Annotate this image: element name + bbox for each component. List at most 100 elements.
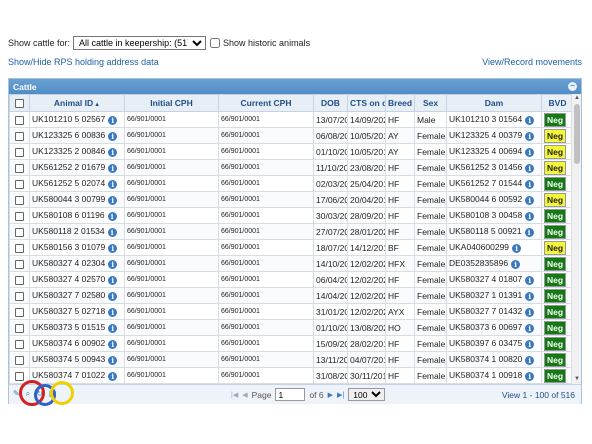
show-historic-checkbox[interactable]	[210, 38, 221, 48]
dam-id[interactable]: UK561252 3 01456	[449, 162, 522, 172]
animal-id[interactable]: UK580327 4 02570	[32, 274, 105, 284]
table-row[interactable]: UK580327 4 02570 i 66/901/0001 66/901/0001 0…	[9, 271, 573, 288]
table-row[interactable]: UK123325 6 00836 i 66/901/0001 66/901/0001 0…	[9, 127, 573, 144]
table-row[interactable]: UK580118 2 01534 i 66/901/0001 66/901/0001 2…	[9, 223, 573, 240]
table-row[interactable]: UK580327 4 02304 i 66/901/0001 66/901/0001 1…	[9, 255, 573, 272]
row-select-cell[interactable]	[9, 319, 30, 336]
row-checkbox[interactable]	[15, 371, 24, 381]
info-icon[interactable]: i	[108, 291, 118, 301]
animal-id-cell[interactable]: UK580327 4 02570 i	[29, 271, 125, 288]
info-icon[interactable]: i	[525, 291, 535, 301]
row-select-cell[interactable]	[9, 271, 30, 288]
table-row[interactable]: UK580374 5 00943 i 66/901/0001 66/901/0001 1…	[9, 351, 573, 368]
row-checkbox[interactable]	[15, 307, 24, 317]
row-select-cell[interactable]	[9, 239, 30, 256]
animal-id[interactable]: UK580156 3 01079	[32, 242, 105, 252]
col-cts[interactable]: CTS on d	[347, 94, 386, 112]
row-select-cell[interactable]	[9, 111, 30, 128]
animal-id-cell[interactable]: UK561252 2 01679 i	[29, 159, 125, 176]
info-icon[interactable]: i	[525, 307, 535, 317]
info-icon[interactable]: i	[108, 371, 118, 381]
row-select-cell[interactable]	[9, 287, 30, 304]
row-checkbox[interactable]	[15, 115, 24, 125]
row-checkbox[interactable]	[15, 355, 24, 365]
toggle-rps-link[interactable]: Show/Hide RPS holding address data	[8, 57, 159, 67]
col-initial-cph[interactable]: Initial CPH	[124, 94, 219, 112]
dam-id[interactable]: UK101210 3 01564	[449, 114, 522, 124]
dam-cell[interactable]: UK580118 5 00921 i	[446, 223, 542, 240]
info-icon[interactable]: i	[525, 371, 535, 381]
dam-id[interactable]: UK561252 7 01544	[449, 178, 522, 188]
table-row[interactable]: UK101210 5 02567 i 66/901/0001 66/901/0001 1…	[9, 111, 573, 128]
animal-id-cell[interactable]: UK580374 6 00902 i	[29, 335, 125, 352]
dam-id[interactable]: UK580373 6 00697	[449, 322, 522, 332]
animal-id[interactable]: UK580327 4 02304	[32, 258, 105, 268]
animal-id[interactable]: UK580327 5 02718	[32, 306, 105, 316]
row-checkbox[interactable]	[15, 339, 24, 349]
animal-id[interactable]: UK580108 6 01196	[32, 210, 105, 220]
table-row[interactable]: UK123325 2 00846 i 66/901/0001 66/901/0001 0…	[9, 143, 573, 160]
dam-cell[interactable]: UK580327 1 01391 i	[446, 287, 542, 304]
row-select-cell[interactable]	[9, 127, 30, 144]
dam-cell[interactable]: UK580373 6 00697 i	[446, 319, 542, 336]
info-icon[interactable]: i	[108, 195, 118, 205]
dam-cell[interactable]: UKA040600299 i	[446, 239, 542, 256]
select-all-checkbox[interactable]	[15, 99, 24, 109]
animal-id[interactable]: UK580374 5 00943	[32, 354, 105, 364]
animal-id-cell[interactable]: UK561252 5 02074 i	[29, 175, 125, 192]
row-checkbox[interactable]	[15, 323, 24, 333]
animal-id[interactable]: UK123325 6 00836	[32, 130, 105, 140]
dam-id[interactable]: UK580374 1 00820	[449, 354, 522, 364]
info-icon[interactable]: i	[108, 163, 118, 173]
col-animal-id[interactable]: Animal ID▲	[29, 94, 125, 112]
info-icon[interactable]: i	[511, 259, 521, 269]
info-icon[interactable]: i	[525, 179, 535, 189]
dam-cell[interactable]: UK580374 1 00918 i	[446, 367, 542, 384]
table-row[interactable]: UK580044 3 00799 i 66/901/0001 66/901/0001 1…	[9, 191, 573, 208]
info-icon[interactable]: i	[108, 307, 118, 317]
dam-id[interactable]: UK580327 7 01432	[449, 306, 522, 316]
animal-id-cell[interactable]: UK580108 6 01196 i	[29, 207, 125, 224]
animal-id-cell[interactable]: UK580156 3 01079 i	[29, 239, 125, 256]
table-row[interactable]: UK580156 3 01079 i 66/901/0001 66/901/0001 1…	[9, 239, 573, 256]
info-icon[interactable]: i	[512, 243, 522, 253]
row-select-cell[interactable]	[9, 159, 30, 176]
info-icon[interactable]: i	[525, 131, 535, 141]
col-dob[interactable]: DOB	[313, 94, 348, 112]
dam-cell[interactable]: UK580327 4 01807 i	[446, 271, 542, 288]
table-row[interactable]: UK580327 5 02718 i 66/901/0001 66/901/0001 3…	[9, 303, 573, 320]
first-page-icon[interactable]: |◀	[231, 391, 238, 399]
dam-cell[interactable]: UK561252 3 01456 i	[446, 159, 542, 176]
row-checkbox[interactable]	[15, 227, 24, 237]
info-icon[interactable]: i	[107, 227, 117, 237]
col-current-cph[interactable]: Current CPH	[218, 94, 314, 112]
dam-cell[interactable]: UK580397 6 03475 i	[446, 335, 542, 352]
row-select-cell[interactable]	[9, 255, 30, 272]
animal-id-cell[interactable]: UK580327 5 02718 i	[29, 303, 125, 320]
info-icon[interactable]: i	[525, 339, 535, 349]
animal-id[interactable]: UK580373 5 01515	[32, 322, 105, 332]
animal-id[interactable]: UK123325 2 00846	[32, 146, 105, 156]
info-icon[interactable]: i	[525, 211, 535, 221]
info-icon[interactable]: i	[108, 259, 118, 269]
row-select-cell[interactable]	[9, 335, 30, 352]
animal-id-cell[interactable]: UK580374 7 01022 i	[29, 367, 125, 384]
info-icon[interactable]: i	[524, 227, 534, 237]
dam-cell[interactable]: UK580108 3 00458 i	[446, 207, 542, 224]
table-row[interactable]: UK561252 5 02074 i 66/901/0001 66/901/0001 0…	[9, 175, 573, 192]
row-checkbox[interactable]	[15, 195, 24, 205]
last-page-icon[interactable]: ▶|	[337, 391, 344, 399]
row-checkbox[interactable]	[15, 275, 24, 285]
dam-id[interactable]: UK580327 4 01807	[449, 274, 522, 284]
dam-cell[interactable]: UK561252 7 01544 i	[446, 175, 542, 192]
dam-id[interactable]: DE0352835896	[449, 258, 508, 268]
dam-id[interactable]: UK580044 6 00592	[449, 194, 522, 204]
dam-id[interactable]: UK123325 4 00379	[449, 130, 522, 140]
info-icon[interactable]: i	[107, 211, 117, 221]
next-page-icon[interactable]: ▶	[328, 391, 333, 399]
table-row[interactable]: UK580374 6 00902 i 66/901/0001 66/901/0001 1…	[9, 335, 573, 352]
animal-id[interactable]: UK101210 5 02567	[32, 114, 105, 124]
row-checkbox[interactable]	[15, 291, 24, 301]
info-icon[interactable]: i	[108, 179, 118, 189]
row-select-cell[interactable]	[9, 143, 30, 160]
